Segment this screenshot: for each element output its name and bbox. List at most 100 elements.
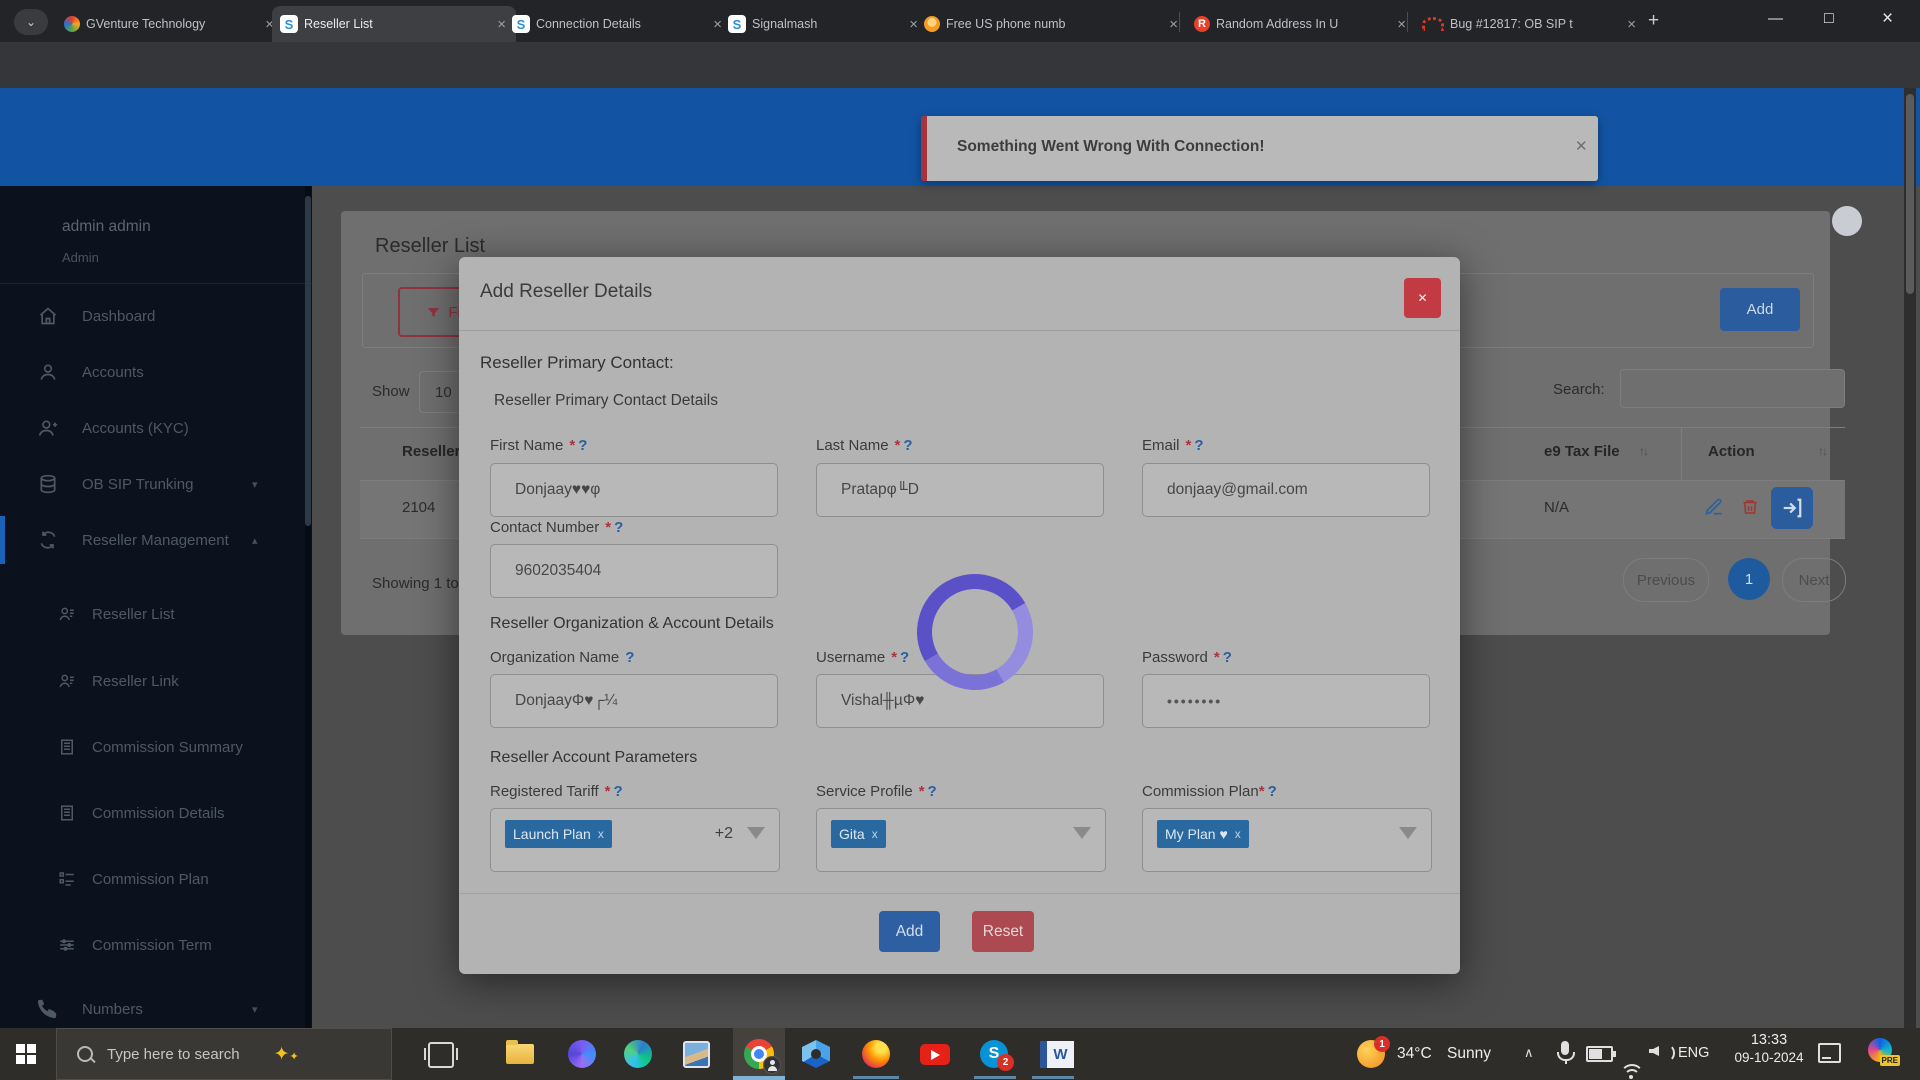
delete-trash-icon[interactable] <box>1741 497 1759 517</box>
column-header-action[interactable]: Action <box>1708 443 1755 460</box>
contact-number-input[interactable] <box>490 544 778 598</box>
column-header-e9[interactable]: e9 Tax File <box>1544 443 1620 460</box>
language-indicator[interactable]: ENG <box>1678 1045 1709 1061</box>
clock[interactable]: 13:33 09-10-2024 <box>1725 1032 1813 1065</box>
skype-icon[interactable]: S 2 <box>980 1040 1008 1068</box>
toast-close-icon[interactable]: ✕ <box>1575 137 1588 155</box>
window-maximize-button[interactable]: □ <box>1824 10 1834 28</box>
commission-plan-select[interactable]: My Plan ♥x <box>1142 808 1432 872</box>
sidebar-item-accounts-kyc[interactable]: Accounts (KYC) <box>0 400 312 456</box>
tab-reseller-list[interactable]: S Reseller List × <box>272 6 516 42</box>
search-input[interactable] <box>1620 369 1845 408</box>
edit-pencil-icon[interactable] <box>1704 497 1724 517</box>
help-icon[interactable]: ? <box>1268 783 1277 800</box>
sign-in-icon <box>1781 497 1803 519</box>
show-label: Show <box>372 383 410 400</box>
sidebar-item-dashboard[interactable]: Dashboard <box>0 288 312 344</box>
contact-number-label: Contact Number*? <box>490 519 623 536</box>
copilot-icon[interactable]: PRE <box>1868 1038 1892 1062</box>
wifi-icon[interactable] <box>1620 1064 1642 1080</box>
funnel-icon <box>426 305 441 320</box>
weather-temp[interactable]: 34°C <box>1397 1045 1432 1063</box>
required-mark: * <box>605 519 611 536</box>
help-icon[interactable]: ? <box>903 437 912 454</box>
sidebar-item-accounts[interactable]: Accounts <box>0 344 312 400</box>
photo-viewer-icon[interactable] <box>683 1041 710 1068</box>
firefox-icon[interactable] <box>862 1040 890 1068</box>
chip-remove-icon[interactable]: x <box>598 827 604 841</box>
tab-connection-details[interactable]: S Connection Details × <box>504 6 732 42</box>
tab-close-icon[interactable]: × <box>1625 16 1638 33</box>
sidebar-item-commission-summary[interactable]: Commission Summary <box>0 719 312 775</box>
sidebar-scrollbar[interactable] <box>305 186 311 1028</box>
page-scrollbar[interactable] <box>1904 88 1916 1028</box>
add-reseller-button[interactable]: Add <box>1720 288 1800 331</box>
sort-icon[interactable]: ↑↓ <box>1818 444 1826 458</box>
chip-remove-icon[interactable]: x <box>872 827 878 841</box>
login-as-reseller-button[interactable] <box>1771 487 1813 529</box>
last-name-input[interactable] <box>816 463 1104 517</box>
help-icon[interactable]: ? <box>1194 437 1203 454</box>
youtube-icon[interactable] <box>920 1044 950 1065</box>
file-explorer-icon[interactable] <box>506 1044 534 1064</box>
sidebar-item-reseller-link[interactable]: Reseller Link <box>0 653 312 709</box>
required-mark: * <box>569 437 575 454</box>
designer-app-icon[interactable] <box>568 1040 596 1068</box>
sidebar-item-commission-term[interactable]: Commission Term <box>0 917 312 973</box>
column-header-reseller[interactable]: Reseller <box>402 443 460 460</box>
notification-center-icon[interactable] <box>1818 1043 1841 1063</box>
user-plus-icon <box>38 418 58 438</box>
tab-search-chevron-icon[interactable]: ⌄ <box>14 9 48 35</box>
help-icon[interactable]: ? <box>928 783 937 800</box>
random-address-favicon: R <box>1194 16 1210 32</box>
microphone-icon[interactable] <box>1557 1041 1575 1064</box>
chip-remove-icon[interactable]: x <box>1235 827 1241 841</box>
first-name-input[interactable] <box>490 463 778 517</box>
chrome-taskbar-tile[interactable] <box>733 1028 785 1080</box>
modal-header-divider <box>459 330 1460 331</box>
modal-close-button[interactable]: ✕ <box>1404 278 1441 318</box>
sidebar-item-reseller-management[interactable]: Reseller Management ▴ <box>0 512 312 568</box>
registered-tariff-select[interactable]: Launch Planx +2 <box>490 808 780 872</box>
new-tab-button[interactable]: + <box>1648 10 1659 32</box>
weather-condition[interactable]: Sunny <box>1447 1045 1491 1063</box>
sort-icon[interactable]: ↑↓ <box>1639 444 1647 458</box>
pagination-next-button[interactable]: Next <box>1782 558 1846 602</box>
help-icon[interactable]: ? <box>578 437 587 454</box>
sidebar-item-reseller-list[interactable]: Reseller List <box>0 586 312 642</box>
pagination-previous-button[interactable]: Previous <box>1623 558 1709 602</box>
service-profile-select[interactable]: Gitax <box>816 808 1106 872</box>
sidebar-item-commission-details[interactable]: Commission Details <box>0 785 312 841</box>
tray-chevron-up-icon[interactable]: ∧ <box>1524 1045 1534 1061</box>
tab-bug-12817[interactable]: Bug #12817: OB SIP t × <box>1414 6 1646 42</box>
taskbar-search-box[interactable]: Type here to search ✦✦ <box>56 1028 392 1080</box>
speaker-icon[interactable] <box>1649 1046 1659 1056</box>
help-icon[interactable]: ? <box>900 649 909 666</box>
help-icon[interactable]: ? <box>614 783 623 800</box>
pagination-page-1[interactable]: 1 <box>1728 558 1770 600</box>
task-view-icon[interactable] <box>428 1042 454 1068</box>
tab-free-us-phone[interactable]: Free US phone numb × <box>916 6 1188 42</box>
window-minimize-button[interactable]: — <box>1768 10 1783 27</box>
modal-reset-button[interactable]: Reset <box>972 911 1034 952</box>
tab-signalmash[interactable]: S Signalmash × <box>720 6 928 42</box>
word-icon[interactable]: W <box>1040 1041 1074 1068</box>
email-input[interactable] <box>1142 463 1430 517</box>
edge-icon[interactable] <box>624 1040 652 1068</box>
help-icon[interactable]: ? <box>625 649 634 666</box>
weather-sun-icon[interactable]: 1 <box>1357 1040 1385 1068</box>
help-icon[interactable]: ? <box>614 519 623 536</box>
sidebar-item-ob-sip-trunking[interactable]: OB SIP Trunking ▾ <box>0 456 312 512</box>
tab-random-address[interactable]: R Random Address In U × <box>1186 6 1416 42</box>
start-button[interactable] <box>16 1044 36 1064</box>
organization-name-input[interactable] <box>490 674 778 728</box>
sliders-icon <box>58 936 76 954</box>
battery-icon[interactable] <box>1586 1046 1613 1062</box>
password-input[interactable] <box>1142 674 1430 728</box>
modal-add-button[interactable]: Add <box>879 911 940 952</box>
sidebar-item-commission-plan[interactable]: Commission Plan <box>0 851 312 907</box>
window-close-button[interactable]: × <box>1882 8 1893 30</box>
tab-gventure[interactable]: GVenture Technology × <box>56 6 284 42</box>
help-icon[interactable]: ? <box>1223 649 1232 666</box>
header-avatar[interactable] <box>1832 206 1862 236</box>
